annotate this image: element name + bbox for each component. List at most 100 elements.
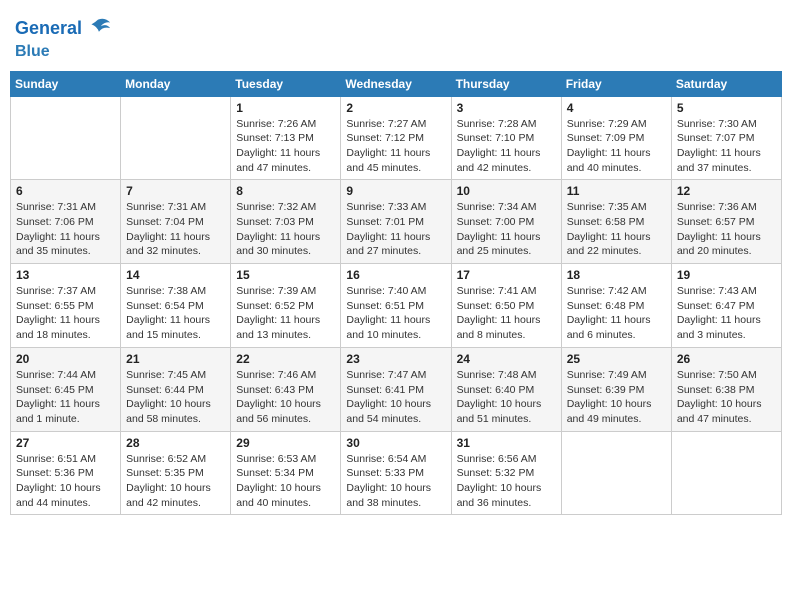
day-info: Sunrise: 7:49 AM Sunset: 6:39 PM Dayligh… [567, 368, 666, 427]
calendar-cell: 10Sunrise: 7:34 AM Sunset: 7:00 PM Dayli… [451, 180, 561, 264]
day-number: 20 [16, 352, 115, 366]
day-number: 14 [126, 268, 225, 282]
calendar-cell: 11Sunrise: 7:35 AM Sunset: 6:58 PM Dayli… [561, 180, 671, 264]
calendar-cell: 22 Sunrise: 7:46 AM Sunset: 6:43 PM Dayli… [231, 347, 341, 431]
weekday-header: Thursday [451, 71, 561, 96]
day-info: Sunrise: 7:41 AM Sunset: 6:50 PM Dayligh… [457, 284, 556, 343]
day-number: 30 [346, 436, 445, 450]
day-number: 12 [677, 184, 776, 198]
calendar-week-row: 13Sunrise: 7:37 AM Sunset: 6:55 PM Dayli… [11, 264, 782, 348]
day-info: Sunrise: 7:29 AM Sunset: 7:09 PM Dayligh… [567, 117, 666, 176]
calendar-cell: 20Sunrise: 7:44 AM Sunset: 6:45 PM Dayli… [11, 347, 121, 431]
day-number: 13 [16, 268, 115, 282]
day-number: 27 [16, 436, 115, 450]
calendar-week-row: 27 Sunrise: 6:51 AM Sunset: 5:36 PM Dayli… [11, 431, 782, 515]
day-number: 26 [677, 352, 776, 366]
day-info: Sunrise: 7:28 AM Sunset: 7:10 PM Dayligh… [457, 117, 556, 176]
day-info: Sunrise: 7:48 AM Sunset: 6:40 PM Dayligh… [457, 368, 556, 427]
day-info: Sunrise: 7:33 AM Sunset: 7:01 PM Dayligh… [346, 200, 445, 259]
day-number: 22 [236, 352, 335, 366]
calendar-cell [671, 431, 781, 515]
day-number: 16 [346, 268, 445, 282]
day-info: Sunrise: 7:50 AM Sunset: 6:38 PM Dayligh… [677, 368, 776, 427]
day-info: Sunrise: 7:36 AM Sunset: 6:57 PM Dayligh… [677, 200, 776, 259]
day-info: Sunrise: 7:31 AM Sunset: 7:04 PM Dayligh… [126, 200, 225, 259]
logo-line2: Blue [15, 43, 112, 61]
calendar-cell [121, 96, 231, 180]
page-header: General Blue [10, 10, 782, 61]
calendar-cell: 7 Sunrise: 7:31 AM Sunset: 7:04 PM Daylig… [121, 180, 231, 264]
day-info: Sunrise: 6:53 AM Sunset: 5:34 PM Dayligh… [236, 452, 335, 511]
calendar-cell [561, 431, 671, 515]
day-number: 6 [16, 184, 115, 198]
calendar-cell: 2 Sunrise: 7:27 AM Sunset: 7:12 PM Daylig… [341, 96, 451, 180]
calendar-cell: 8 Sunrise: 7:32 AM Sunset: 7:03 PM Daylig… [231, 180, 341, 264]
calendar-cell: 1Sunrise: 7:26 AM Sunset: 7:13 PM Daylig… [231, 96, 341, 180]
day-info: Sunrise: 7:46 AM Sunset: 6:43 PM Dayligh… [236, 368, 335, 427]
day-number: 31 [457, 436, 556, 450]
calendar-cell: 3 Sunrise: 7:28 AM Sunset: 7:10 PM Daylig… [451, 96, 561, 180]
day-number: 17 [457, 268, 556, 282]
day-number: 24 [457, 352, 556, 366]
weekday-header: Sunday [11, 71, 121, 96]
day-number: 5 [677, 101, 776, 115]
day-number: 8 [236, 184, 335, 198]
day-number: 21 [126, 352, 225, 366]
calendar-week-row: 20Sunrise: 7:44 AM Sunset: 6:45 PM Dayli… [11, 347, 782, 431]
day-number: 9 [346, 184, 445, 198]
day-info: Sunrise: 7:32 AM Sunset: 7:03 PM Dayligh… [236, 200, 335, 259]
day-info: Sunrise: 7:31 AM Sunset: 7:06 PM Dayligh… [16, 200, 115, 259]
calendar-cell: 28Sunrise: 6:52 AM Sunset: 5:35 PM Dayli… [121, 431, 231, 515]
day-info: Sunrise: 7:38 AM Sunset: 6:54 PM Dayligh… [126, 284, 225, 343]
day-number: 29 [236, 436, 335, 450]
day-number: 25 [567, 352, 666, 366]
weekday-header: Monday [121, 71, 231, 96]
day-info: Sunrise: 7:35 AM Sunset: 6:58 PM Dayligh… [567, 200, 666, 259]
day-info: Sunrise: 7:30 AM Sunset: 7:07 PM Dayligh… [677, 117, 776, 176]
weekday-header: Tuesday [231, 71, 341, 96]
day-number: 4 [567, 101, 666, 115]
day-number: 18 [567, 268, 666, 282]
day-info: Sunrise: 7:27 AM Sunset: 7:12 PM Dayligh… [346, 117, 445, 176]
logo: General Blue [15, 15, 112, 61]
calendar-cell: 12 Sunrise: 7:36 AM Sunset: 6:57 PM Dayli… [671, 180, 781, 264]
weekday-header-row: SundayMondayTuesdayWednesdayThursdayFrid… [11, 71, 782, 96]
calendar-cell: 5 Sunrise: 7:30 AM Sunset: 7:07 PM Daylig… [671, 96, 781, 180]
calendar-cell: 18 Sunrise: 7:42 AM Sunset: 6:48 PM Dayli… [561, 264, 671, 348]
day-number: 15 [236, 268, 335, 282]
calendar-cell: 14 Sunrise: 7:38 AM Sunset: 6:54 PM Dayli… [121, 264, 231, 348]
calendar-cell: 19 Sunrise: 7:43 AM Sunset: 6:47 PM Dayli… [671, 264, 781, 348]
calendar-cell: 26 Sunrise: 7:50 AM Sunset: 6:38 PM Dayli… [671, 347, 781, 431]
day-info: Sunrise: 7:26 AM Sunset: 7:13 PM Dayligh… [236, 117, 335, 176]
day-info: Sunrise: 7:47 AM Sunset: 6:41 PM Dayligh… [346, 368, 445, 427]
weekday-header: Wednesday [341, 71, 451, 96]
day-info: Sunrise: 6:52 AM Sunset: 5:35 PM Dayligh… [126, 452, 225, 511]
logo-text: General [15, 15, 112, 43]
calendar-cell: 9 Sunrise: 7:33 AM Sunset: 7:01 PM Daylig… [341, 180, 451, 264]
day-number: 3 [457, 101, 556, 115]
day-number: 2 [346, 101, 445, 115]
day-info: Sunrise: 7:42 AM Sunset: 6:48 PM Dayligh… [567, 284, 666, 343]
day-number: 7 [126, 184, 225, 198]
weekday-header: Saturday [671, 71, 781, 96]
calendar-week-row: 1Sunrise: 7:26 AM Sunset: 7:13 PM Daylig… [11, 96, 782, 180]
day-info: Sunrise: 6:56 AM Sunset: 5:32 PM Dayligh… [457, 452, 556, 511]
calendar-cell [11, 96, 121, 180]
calendar-cell: 29 Sunrise: 6:53 AM Sunset: 5:34 PM Dayli… [231, 431, 341, 515]
calendar-cell: 31 Sunrise: 6:56 AM Sunset: 5:32 PM Dayli… [451, 431, 561, 515]
calendar-cell: 30 Sunrise: 6:54 AM Sunset: 5:33 PM Dayli… [341, 431, 451, 515]
day-info: Sunrise: 7:43 AM Sunset: 6:47 PM Dayligh… [677, 284, 776, 343]
calendar-cell: 4 Sunrise: 7:29 AM Sunset: 7:09 PM Daylig… [561, 96, 671, 180]
calendar-table: SundayMondayTuesdayWednesdayThursdayFrid… [10, 71, 782, 516]
calendar-cell: 27 Sunrise: 6:51 AM Sunset: 5:36 PM Dayli… [11, 431, 121, 515]
day-info: Sunrise: 6:51 AM Sunset: 5:36 PM Dayligh… [16, 452, 115, 511]
day-number: 23 [346, 352, 445, 366]
day-info: Sunrise: 6:54 AM Sunset: 5:33 PM Dayligh… [346, 452, 445, 511]
calendar-cell: 13Sunrise: 7:37 AM Sunset: 6:55 PM Dayli… [11, 264, 121, 348]
calendar-cell: 6 Sunrise: 7:31 AM Sunset: 7:06 PM Daylig… [11, 180, 121, 264]
day-number: 19 [677, 268, 776, 282]
calendar-cell: 16Sunrise: 7:40 AM Sunset: 6:51 PM Dayli… [341, 264, 451, 348]
day-info: Sunrise: 7:34 AM Sunset: 7:00 PM Dayligh… [457, 200, 556, 259]
weekday-header: Friday [561, 71, 671, 96]
day-info: Sunrise: 7:39 AM Sunset: 6:52 PM Dayligh… [236, 284, 335, 343]
